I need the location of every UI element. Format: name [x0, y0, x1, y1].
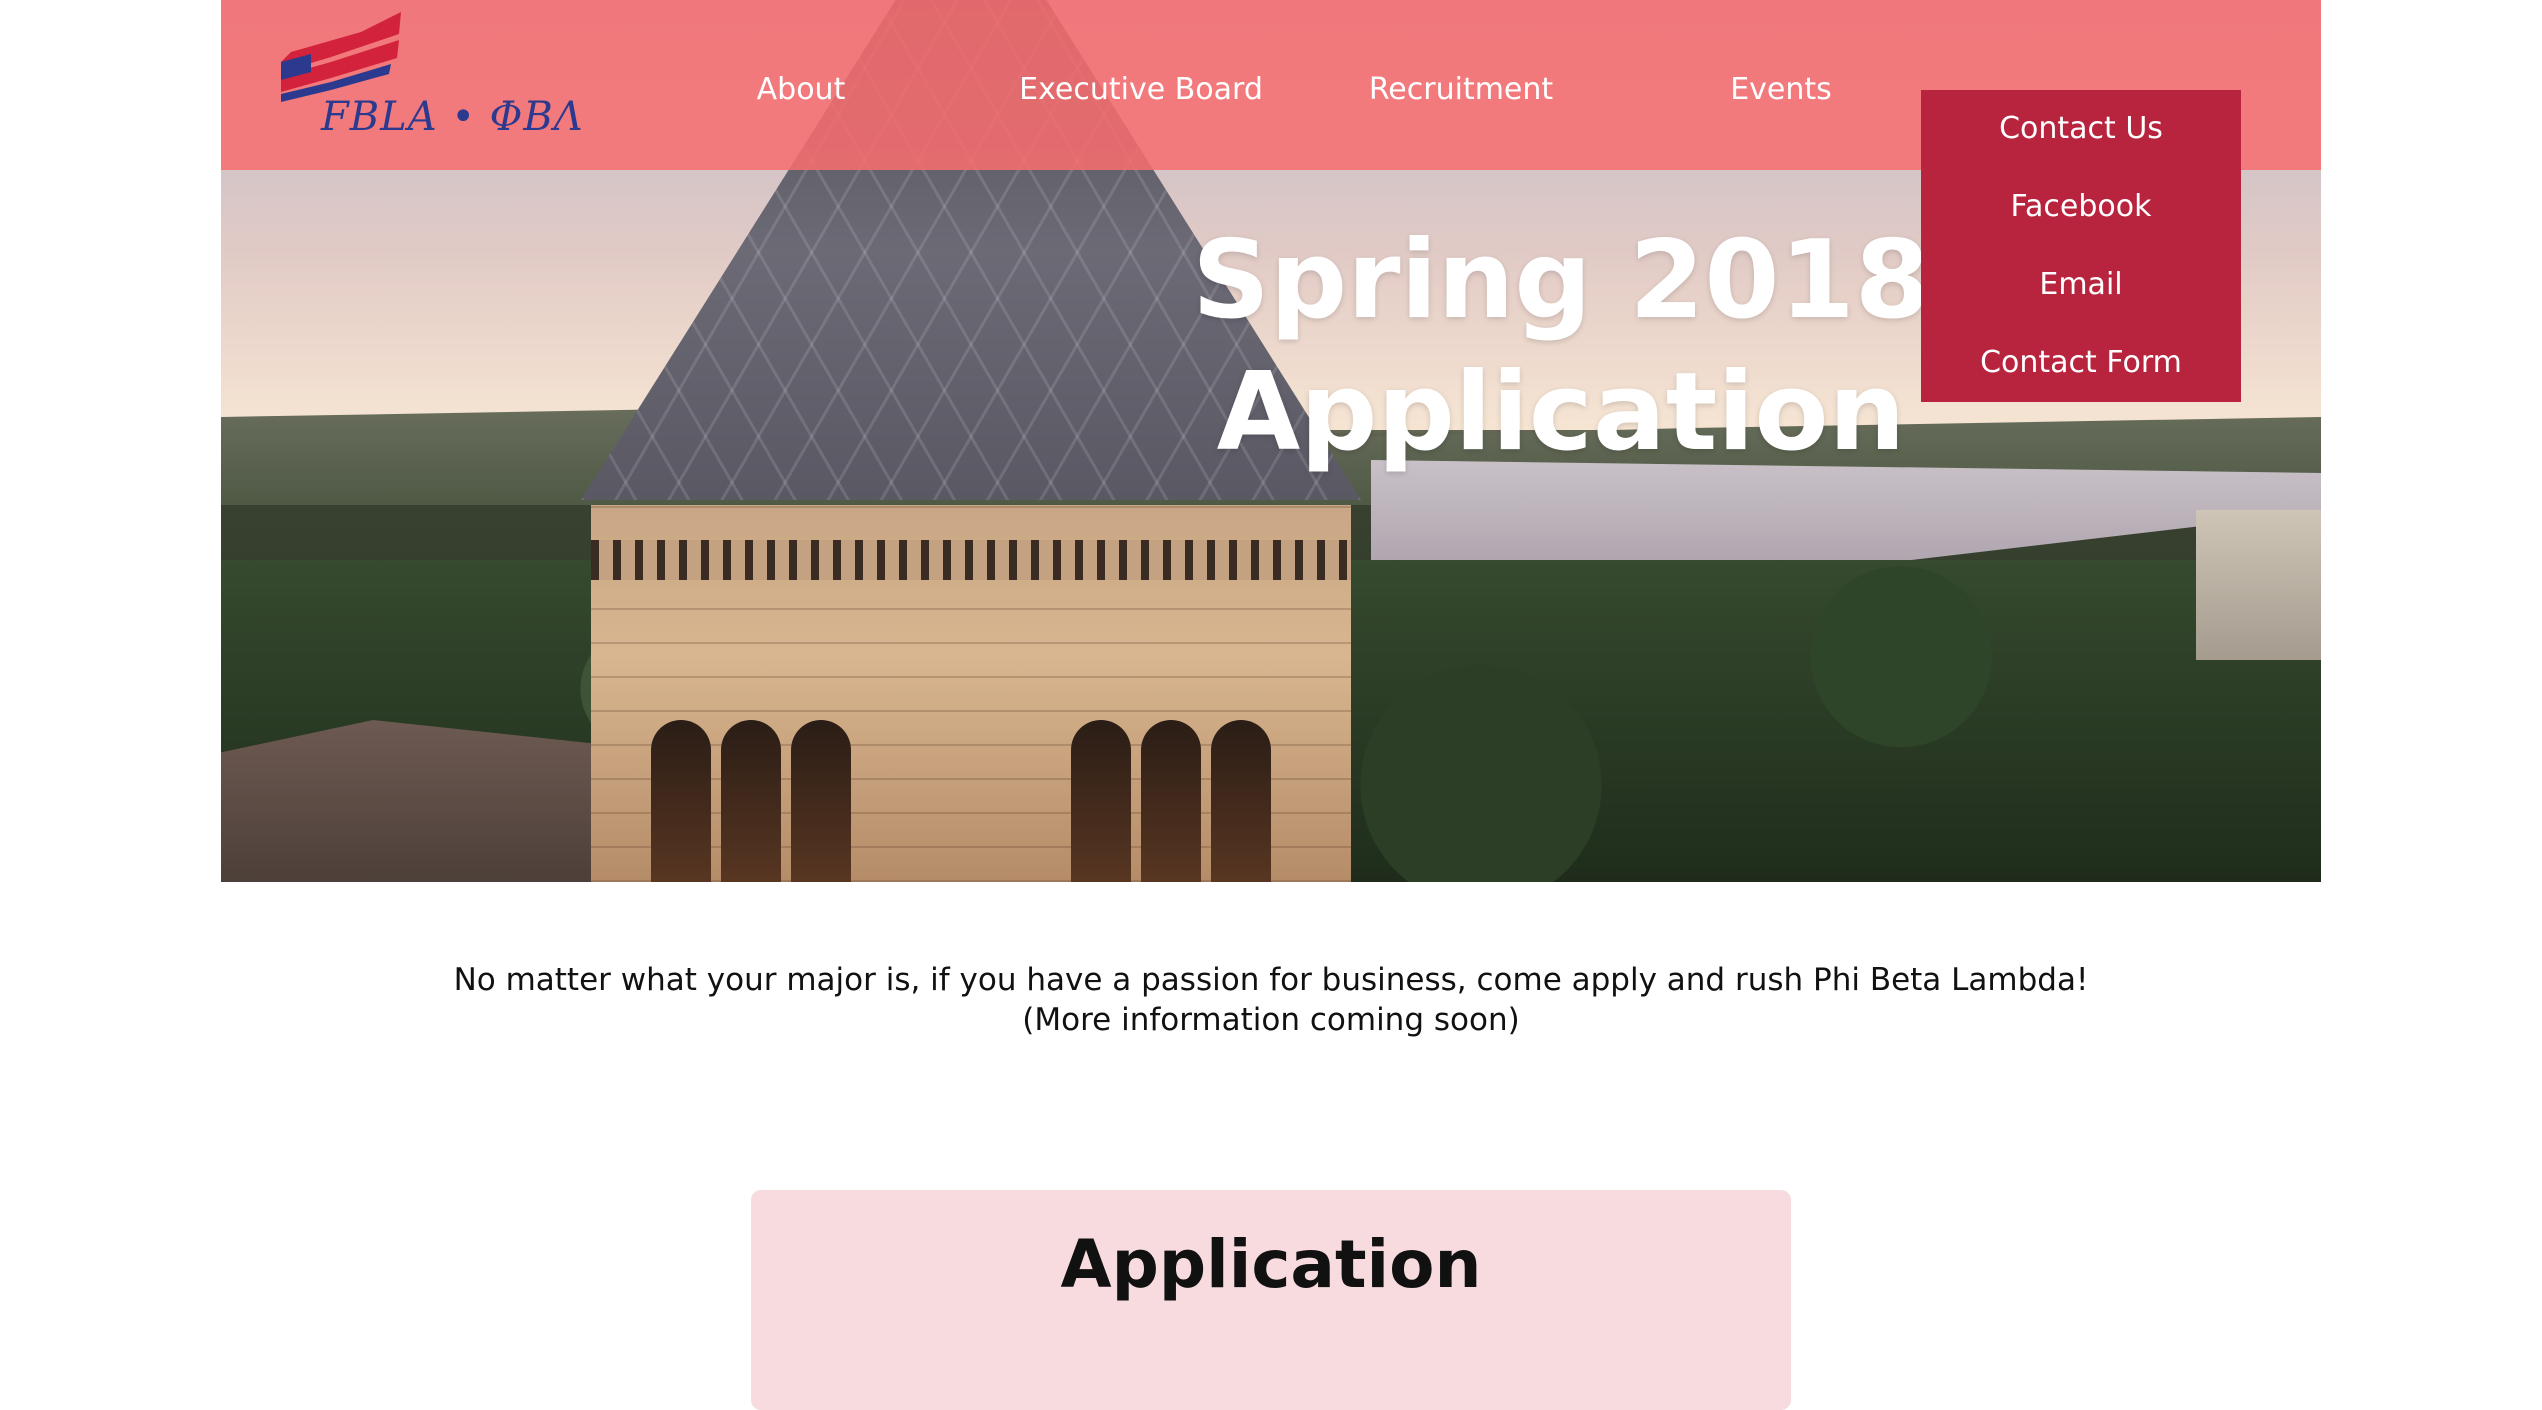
- application-card: Application: [751, 1190, 1791, 1410]
- site-logo[interactable]: FBLA • ΦΒΛ: [271, 12, 583, 152]
- logo-text: FBLA • ΦΒΛ: [321, 94, 584, 140]
- dropdown-item-email[interactable]: Email: [1921, 246, 2241, 324]
- nav-about[interactable]: About: [691, 50, 911, 130]
- clock-tower-frieze: [591, 540, 1351, 580]
- intro-line2: (More information coming soon): [1022, 1002, 1520, 1038]
- dropdown-item-facebook[interactable]: Facebook: [1921, 168, 2241, 246]
- hero-buildings: [221, 720, 601, 882]
- intro-line1: No matter what your major is, if you hav…: [453, 962, 2089, 998]
- hero-title-line2: Application: [1216, 350, 1906, 475]
- contact-dropdown: Contact Us Facebook Email Contact Form: [1921, 90, 2241, 402]
- dropdown-item-contact-form[interactable]: Contact Form: [1921, 324, 2241, 402]
- nav-recruitment[interactable]: Recruitment: [1331, 50, 1591, 130]
- intro-text: No matter what your major is, if you hav…: [221, 960, 2321, 1040]
- tower-arch: [1211, 720, 1271, 882]
- application-heading: Application: [1060, 1226, 1482, 1303]
- hero-title: Spring 2018 Application: [1181, 215, 1941, 479]
- tower-arch: [651, 720, 711, 882]
- nav-contact-us[interactable]: Contact Us: [1921, 90, 2241, 168]
- tower-arch: [791, 720, 851, 882]
- tower-arch: [1141, 720, 1201, 882]
- hero-title-line1: Spring 2018: [1192, 218, 1930, 343]
- tower-arch: [721, 720, 781, 882]
- tower-arch: [1071, 720, 1131, 882]
- flag-icon: [281, 12, 401, 102]
- page: Spring 2018 Application FBLA • ΦΒΛ About…: [221, 0, 2321, 1410]
- hero-building-right: [2196, 510, 2321, 660]
- nav-executive-board[interactable]: Executive Board: [991, 50, 1291, 130]
- nav-events[interactable]: Events: [1681, 50, 1881, 130]
